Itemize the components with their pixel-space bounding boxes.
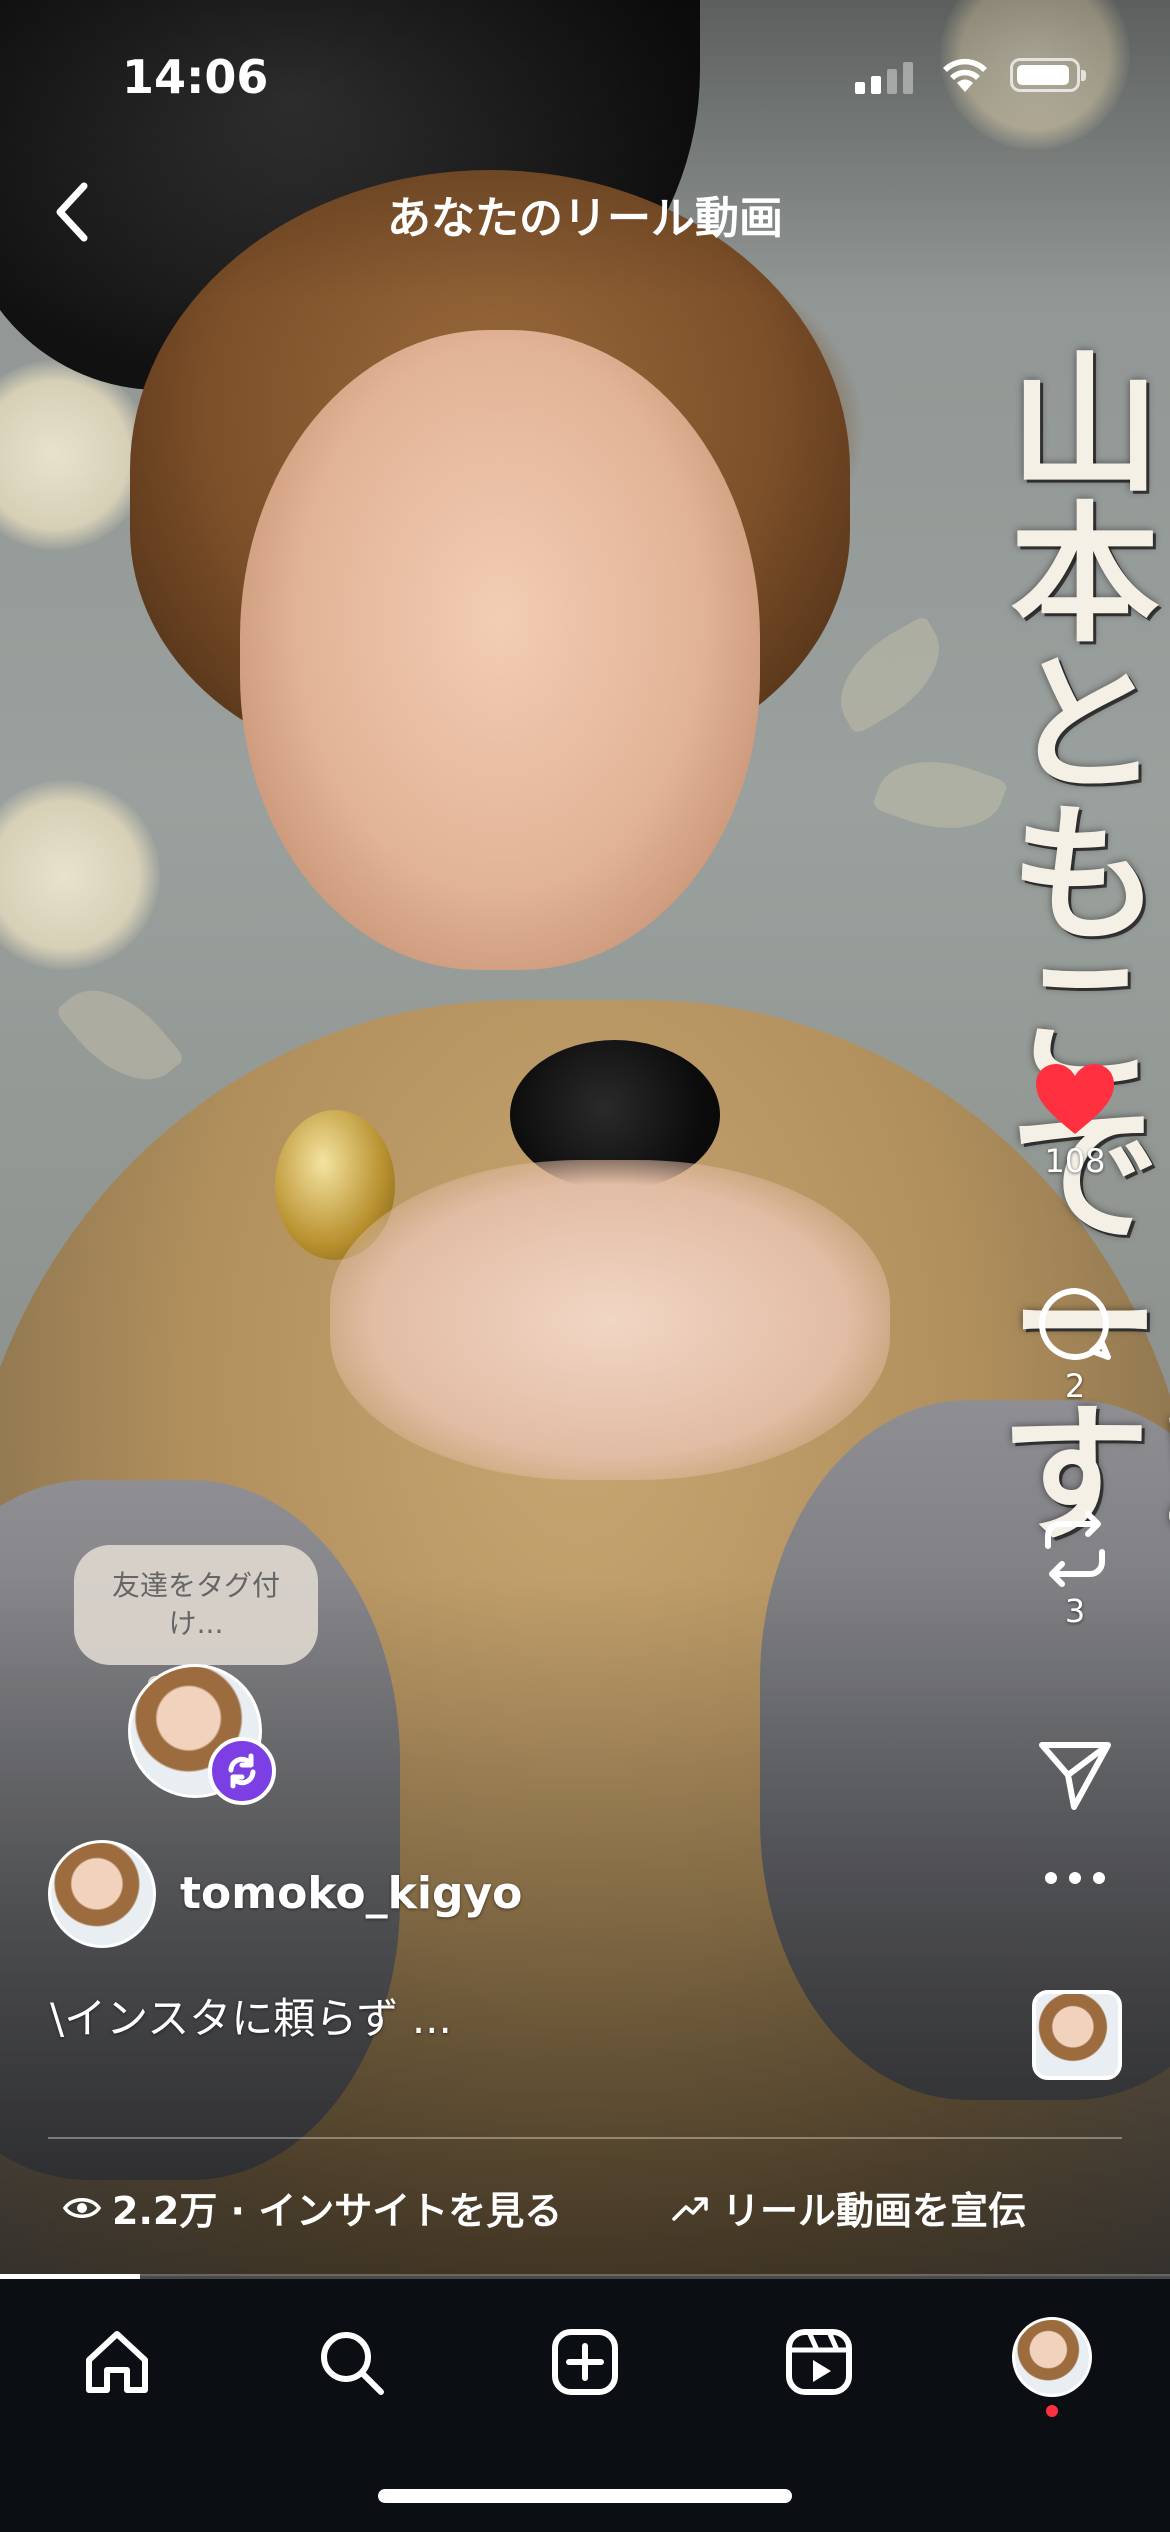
remix-button[interactable]: 3 bbox=[1020, 1510, 1130, 1630]
tab-search[interactable] bbox=[306, 2317, 396, 2407]
wallpaper-flower bbox=[0, 360, 150, 550]
page-title: あなたのリール動画 bbox=[387, 193, 783, 244]
heart-icon[interactable] bbox=[1032, 1060, 1118, 1138]
wallpaper-leaf bbox=[871, 741, 1009, 849]
share-icon[interactable] bbox=[1036, 1735, 1114, 1813]
battery-icon bbox=[1010, 58, 1086, 92]
reels-icon[interactable] bbox=[783, 2326, 855, 2398]
wifi-icon bbox=[943, 58, 987, 92]
refresh-icon[interactable] bbox=[208, 1737, 276, 1805]
cellular-signal-icon bbox=[855, 60, 915, 94]
more-button[interactable] bbox=[1020, 1868, 1130, 1892]
username[interactable]: tomoko_kigyo bbox=[180, 1868, 522, 1919]
tag-friends-prompt[interactable]: 友達をタグ付け... bbox=[74, 1545, 318, 1665]
comment-icon[interactable] bbox=[1036, 1285, 1114, 1363]
remix-count: 3 bbox=[1064, 1592, 1086, 1630]
eye-icon bbox=[62, 2197, 102, 2218]
insights-label: 2.2万 · インサイトを見る bbox=[112, 2189, 563, 2233]
comment-button[interactable]: 2 bbox=[1020, 1285, 1130, 1405]
caption[interactable]: \インスタに頼らず ... bbox=[50, 1985, 452, 2046]
like-count: 108 bbox=[1044, 1142, 1106, 1180]
promote-reel-button[interactable]: リール動画を宣伝 bbox=[670, 2180, 1026, 2235]
tab-home[interactable] bbox=[72, 2317, 162, 2407]
comment-count: 2 bbox=[1064, 1367, 1086, 1405]
promote-label: リール動画を宣伝 bbox=[722, 2189, 1027, 2233]
wallpaper-leaf bbox=[54, 966, 186, 1104]
like-button[interactable]: 108 bbox=[1020, 1060, 1130, 1180]
view-insights-button[interactable]: 2.2万 · インサイトを見る bbox=[62, 2180, 562, 2235]
trend-icon bbox=[672, 2196, 708, 2221]
wallpaper-flower bbox=[0, 780, 160, 970]
search-icon[interactable] bbox=[315, 2326, 387, 2398]
remix-icon[interactable] bbox=[1036, 1510, 1114, 1588]
more-icon[interactable] bbox=[1036, 1868, 1114, 1888]
divider bbox=[48, 2137, 1122, 2139]
tab-reels[interactable] bbox=[774, 2317, 864, 2407]
reel-video[interactable]: 山本ともこでーす!! bbox=[0, 0, 1170, 2276]
share-button[interactable] bbox=[1020, 1735, 1130, 1817]
audio-thumbnail[interactable] bbox=[1032, 1990, 1122, 2080]
face bbox=[240, 330, 760, 970]
avatar[interactable] bbox=[48, 1840, 156, 1948]
home-icon[interactable] bbox=[81, 2326, 153, 2398]
hands bbox=[330, 1160, 890, 1480]
status-bar: 14:06 bbox=[0, 44, 1170, 124]
wallpaper-leaf bbox=[820, 614, 960, 736]
tab-profile[interactable] bbox=[1012, 2317, 1092, 2397]
notification-dot bbox=[1046, 2405, 1058, 2417]
tab-create[interactable] bbox=[540, 2317, 630, 2407]
status-time: 14:06 bbox=[122, 50, 269, 104]
home-indicator bbox=[378, 2489, 792, 2503]
create-icon[interactable] bbox=[549, 2326, 621, 2398]
